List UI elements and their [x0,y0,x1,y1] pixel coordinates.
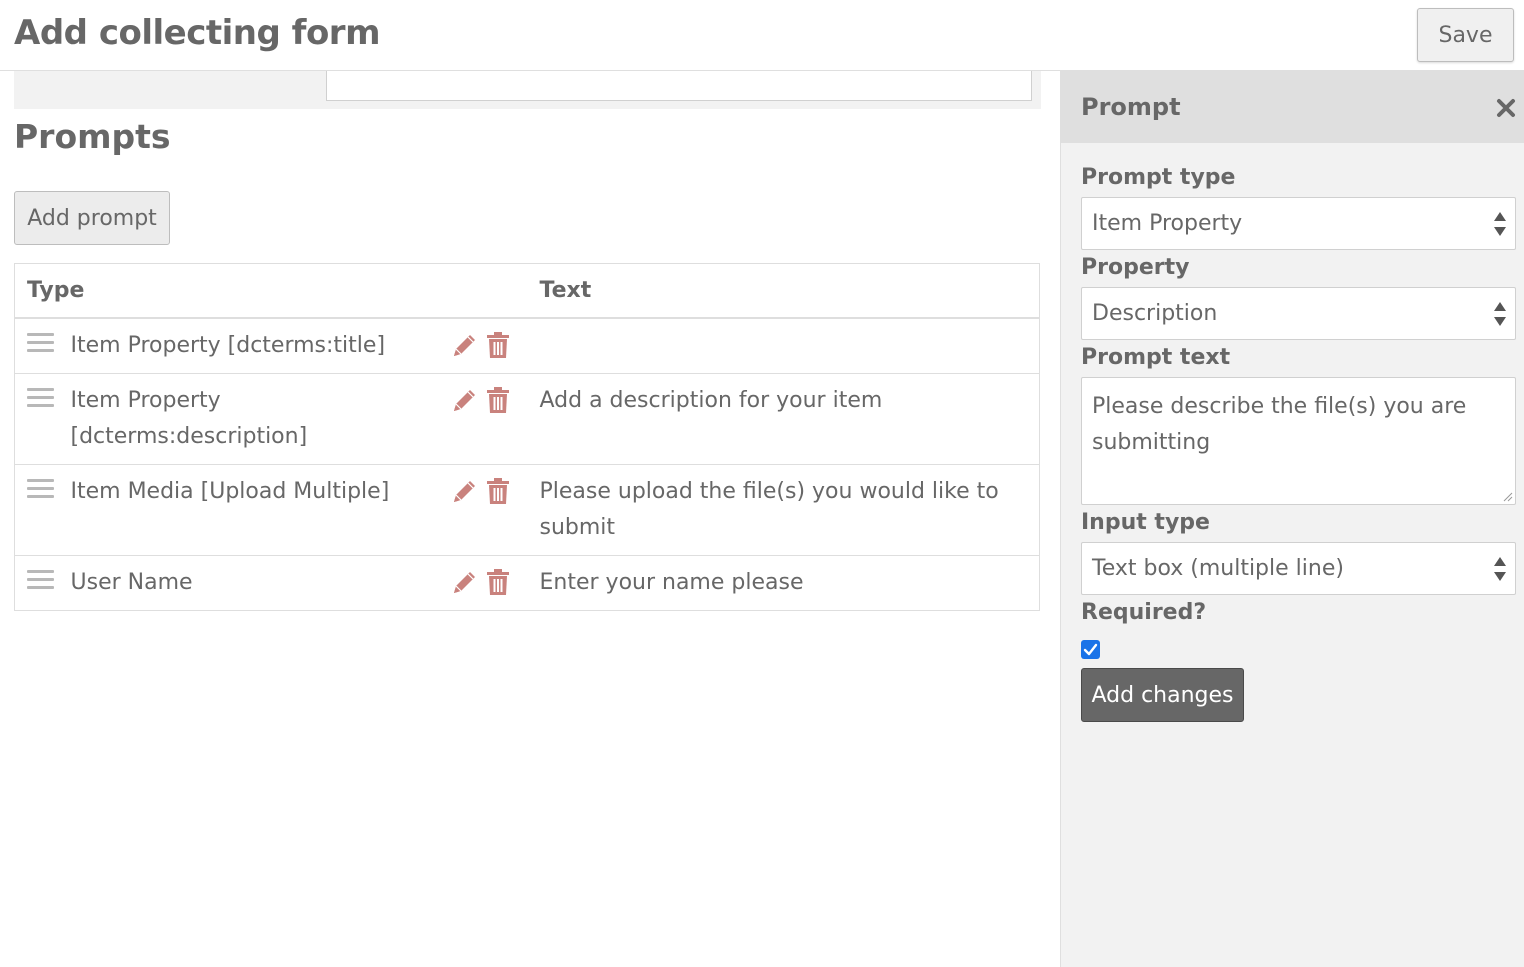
column-header-actions [450,263,540,319]
pencil-icon[interactable] [451,331,477,359]
drag-handle-icon[interactable] [27,568,54,590]
prompts-heading: Prompts [14,117,171,156]
property-select[interactable]: Description [1081,287,1516,340]
trash-icon[interactable] [485,331,511,359]
previous-fieldset [14,71,1041,109]
prompt-text-label: Prompt text [1081,345,1231,370]
prompt-type-value: Item Property [1092,211,1243,236]
drag-handle-icon[interactable] [27,386,54,408]
prompt-type-cell: Item Property [dcterms:description] [70,372,451,464]
prompt-type-label: Prompt type [1081,165,1236,190]
column-header-type: Type [14,263,451,319]
input-type-select[interactable]: Text box (multiple line) [1081,542,1516,595]
trash-icon[interactable] [485,386,511,414]
table-row: User Name Enter your name please [14,554,1040,610]
prompt-text-cell: Add a description for your item [539,372,1040,464]
close-icon[interactable] [1495,97,1517,119]
prompt-text-cell: Enter your name please [539,554,1040,610]
add-prompt-button[interactable]: Add prompt [14,191,170,245]
pencil-icon[interactable] [451,568,477,596]
prompt-type-cell: Item Property [dcterms:title] [70,317,451,373]
add-changes-button[interactable]: Add changes [1081,668,1244,722]
property-value: Description [1092,301,1218,326]
prompts-table: Type Text Item Property [dcterms:title] I… [14,263,1040,611]
drag-handle-icon[interactable] [27,477,54,499]
page-title: Add collecting form [14,13,381,53]
prompt-type-cell: Item Media [Upload Multiple] [70,463,451,555]
pencil-icon[interactable] [451,386,477,414]
prompt-text-textarea[interactable]: Please describe the file(s) you are subm… [1081,377,1516,505]
prompt-type-select[interactable]: Item Property [1081,197,1516,250]
select-arrows-icon [1494,557,1506,581]
select-arrows-icon [1494,212,1506,236]
previous-field-input[interactable] [326,71,1032,101]
table-row: Item Media [Upload Multiple] Please uploa… [14,463,1040,555]
input-type-value: Text box (multiple line) [1092,556,1344,581]
main-content: Prompts Add prompt Type Text Item Proper… [0,71,1060,967]
prompt-type-cell: User Name [70,554,451,610]
prompt-text-value: Please describe the file(s) you are subm… [1092,394,1467,455]
sidebar-title: Prompt [1081,93,1181,121]
table-row: Item Property [dcterms:title] [14,317,1040,373]
prompt-text-cell: Please upload the file(s) you would like… [539,463,1040,555]
drag-handle-icon[interactable] [27,331,54,353]
resize-grip-icon[interactable] [1501,490,1513,502]
required-checkbox[interactable] [1081,640,1100,659]
save-button[interactable]: Save [1417,8,1514,62]
table-header-row: Type Text [14,263,1040,319]
property-label: Property [1081,255,1190,280]
pencil-icon[interactable] [451,477,477,505]
trash-icon[interactable] [485,568,511,596]
page-header: Add collecting form Save [0,0,1524,71]
input-type-label: Input type [1081,510,1210,535]
prompt-sidebar: Prompt Prompt type Item Property Propert… [1060,71,1524,967]
trash-icon[interactable] [485,477,511,505]
prompt-text-cell [539,317,1040,373]
select-arrows-icon [1494,302,1506,326]
column-header-text: Text [539,263,1040,319]
required-label: Required? [1081,600,1207,625]
table-row: Item Property [dcterms:description] Add a… [14,372,1040,464]
checkmark-icon [1083,643,1098,656]
sidebar-header: Prompt [1061,71,1524,143]
